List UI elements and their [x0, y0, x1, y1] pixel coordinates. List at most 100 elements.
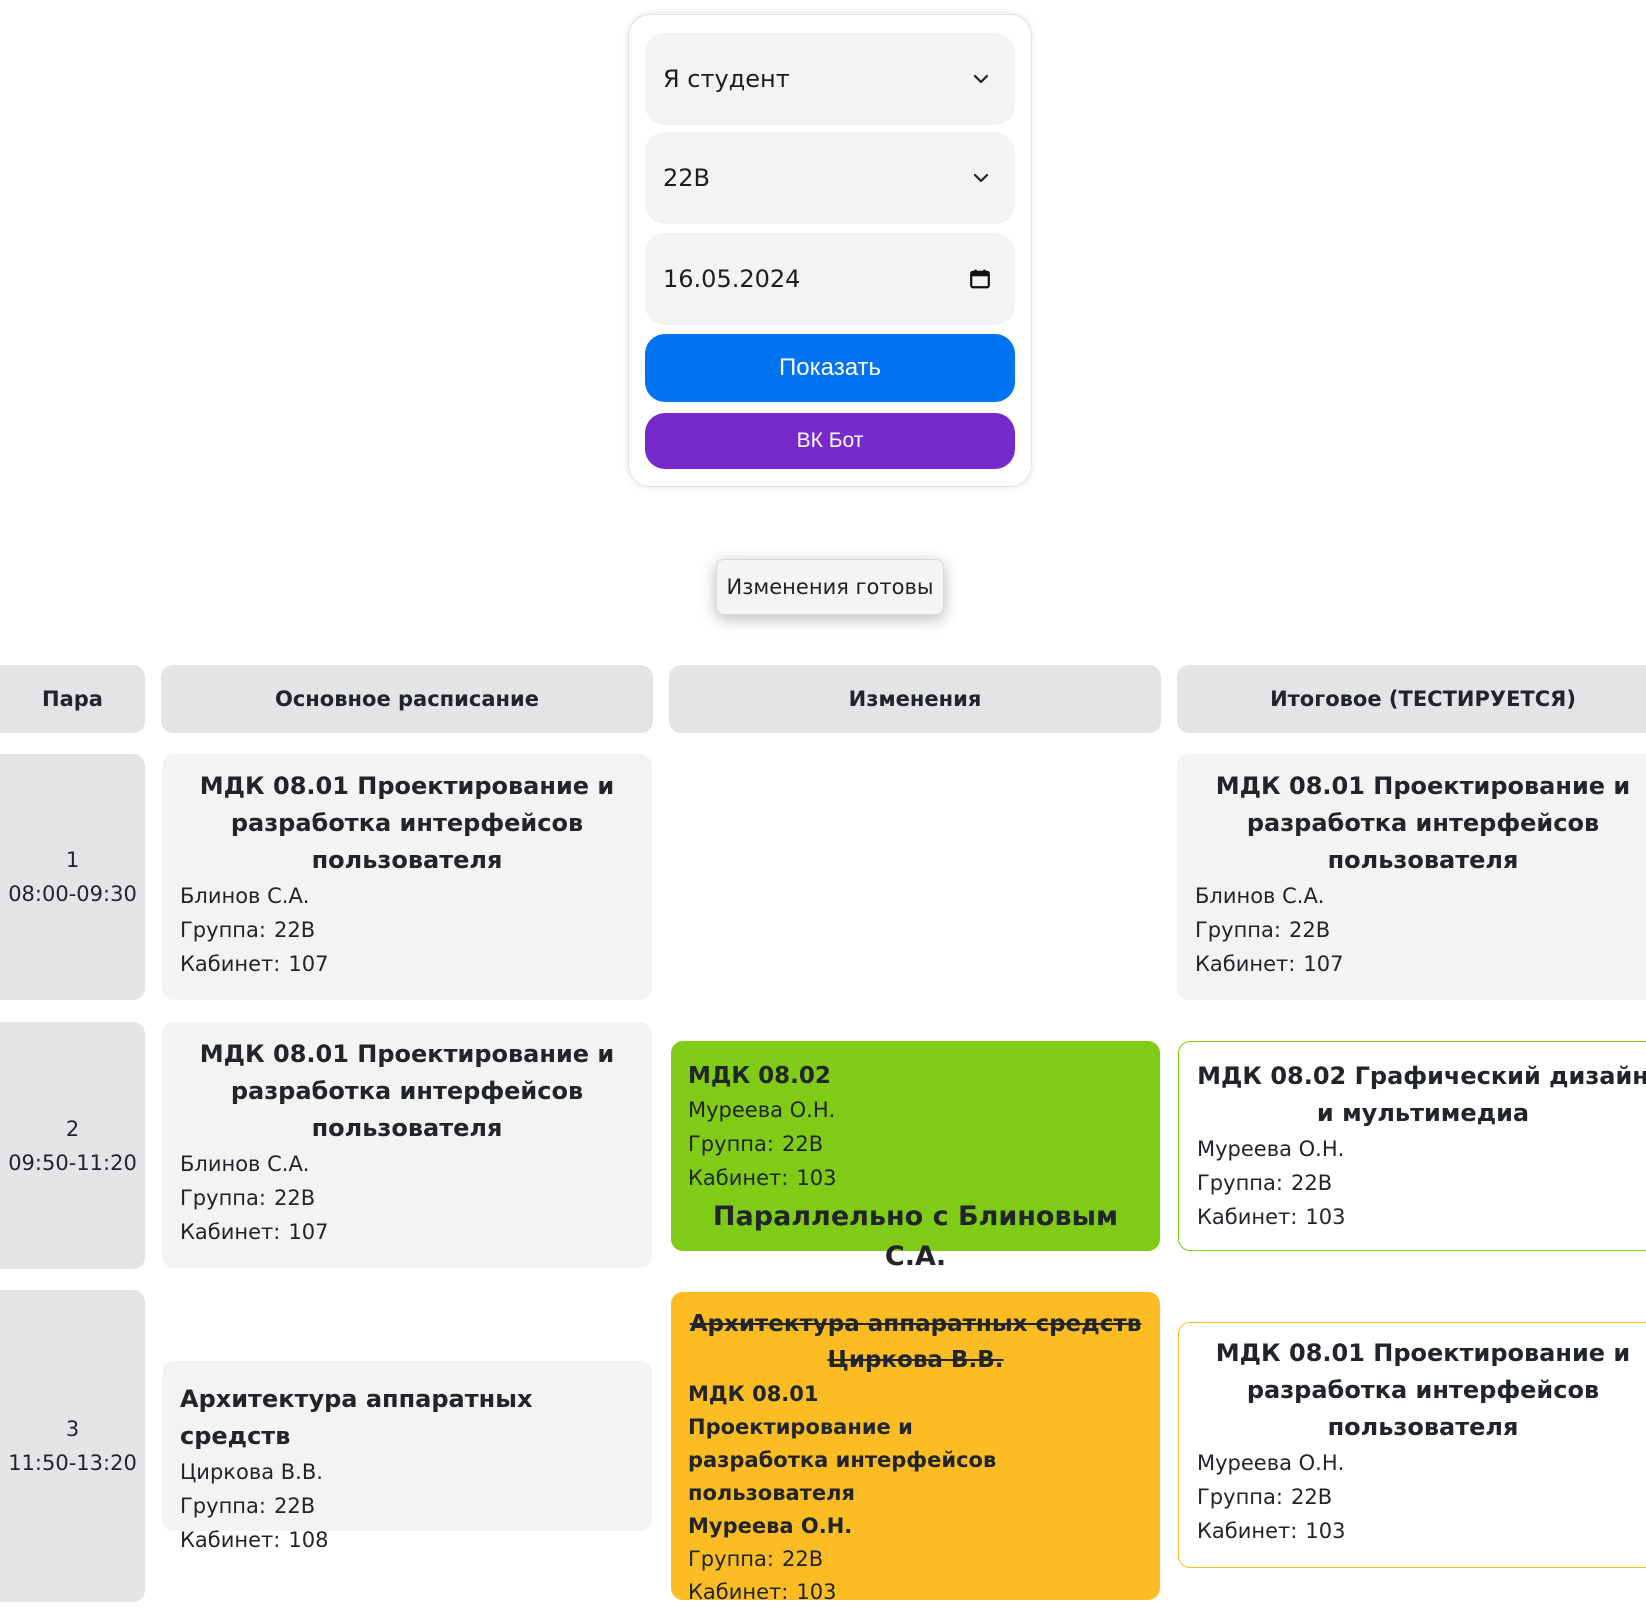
date-input-value: 16.05.2024 [663, 265, 801, 293]
group-value: 22В [273, 918, 316, 942]
group-value: 22В [781, 1547, 824, 1571]
room-label: Кабинет: [180, 952, 281, 976]
header-final-schedule: Итоговое (ТЕСТИРУЕТСЯ) [1177, 665, 1646, 733]
teacher: Муреева О.Н. [688, 1514, 853, 1538]
room-label: Кабинет: [688, 1580, 789, 1604]
subject: МДК 08.02 Графический дизайн и мультимед… [1197, 1062, 1646, 1127]
room-value: 107 [1303, 952, 1344, 976]
vk-bot-button[interactable]: ВК Бот [645, 413, 1015, 469]
group-value: 22В [1290, 1171, 1333, 1195]
teacher: Блинов С.А. [180, 884, 310, 908]
room-line: Кабинет: 107 [180, 1215, 634, 1249]
header-changes: Изменения [669, 665, 1161, 733]
group-line: Группа: 22В [180, 1489, 634, 1523]
show-button[interactable]: Показать [645, 334, 1015, 402]
room-value: 103 [796, 1166, 837, 1190]
change-card-replacement: Архитектура аппаратных средств Циркова В… [671, 1292, 1160, 1604]
chevron-down-icon [973, 74, 989, 84]
old-teacher: Циркова В.В. [827, 1347, 1004, 1373]
group-label: Группа: [1197, 1171, 1283, 1195]
final-schedule-card: МДК 08.01 Проектирование и разработка ин… [1178, 1322, 1646, 1568]
group-value: 22В [781, 1132, 824, 1156]
group-line: Группа: 22В [180, 1181, 634, 1215]
main-schedule-card: Архитектура аппаратных средств Циркова В… [162, 1361, 652, 1552]
main-schedule-card: МДК 08.01 Проектирование и разработка ин… [162, 754, 652, 1000]
room-label: Кабинет: [180, 1220, 281, 1244]
para-cell: 2 09:50-11:20 [0, 1022, 145, 1269]
group-label: Группа: [180, 1494, 266, 1518]
group-label: Группа: [180, 918, 266, 942]
group-label: Группа: [1195, 918, 1281, 942]
header-para: Пара [0, 665, 145, 733]
room-label: Кабинет: [688, 1166, 789, 1190]
room-label: Кабинет: [1197, 1205, 1298, 1229]
final-schedule-card: МДК 08.02 Графический дизайн и мультимед… [1178, 1041, 1646, 1251]
group-line: Группа: 22В [180, 913, 634, 947]
changes-ready-badge: Изменения готовы [716, 559, 944, 615]
room-value: 103 [796, 1580, 837, 1604]
group-label: Группа: [688, 1132, 774, 1156]
main-schedule-card: МДК 08.01 Проектирование и разработка ин… [162, 1022, 652, 1268]
schedule-form: Я студент 22В 16.05.2024 Показать ВК Бот [628, 14, 1032, 487]
group-select-value: 22В [663, 164, 711, 192]
para-number: 2 [65, 1116, 80, 1141]
date-input[interactable]: 16.05.2024 [645, 233, 1015, 325]
room-line: Кабинет: 103 [688, 1576, 1143, 1609]
room-label: Кабинет: [1197, 1519, 1298, 1543]
subject: МДК 08.01 Проектирование и разработка ин… [1215, 1339, 1631, 1441]
para-number: 3 [65, 1417, 80, 1441]
room-line: Кабинет: 103 [688, 1161, 1143, 1195]
role-select[interactable]: Я студент [645, 33, 1015, 125]
subject: МДК 08.01 Проектирование и разработка ин… [688, 1382, 997, 1505]
parallel-note: Параллельно с Блиновым С.А. [712, 1201, 1119, 1272]
room-line: Кабинет: 107 [1195, 947, 1646, 981]
para-time: 09:50-11:20 [8, 1150, 137, 1175]
calendar-icon[interactable] [969, 268, 991, 290]
room-value: 107 [288, 952, 329, 976]
para-time: 08:00-09:30 [8, 882, 137, 906]
room-line: Кабинет: 108 [180, 1523, 634, 1557]
teacher: Циркова В.В. [180, 1460, 323, 1484]
room-value: 103 [1305, 1205, 1346, 1229]
room-label: Кабинет: [180, 1528, 281, 1552]
room-line: Кабинет: 103 [1197, 1514, 1646, 1548]
para-time: 11:50-13:20 [8, 1451, 137, 1475]
subject: МДК 08.01 Проектирование и разработка ин… [1215, 772, 1631, 874]
group-label: Группа: [688, 1547, 774, 1571]
subject: МДК 08.01 Проектирование и разработка ин… [199, 1040, 615, 1142]
group-line: Группа: 22В [688, 1127, 1143, 1161]
group-value: 22В [273, 1186, 316, 1210]
group-line: Группа: 22В [688, 1543, 1143, 1576]
header-main-schedule: Основное расписание [161, 665, 653, 733]
teacher: Муреева О.Н. [1197, 1137, 1345, 1161]
final-schedule-card: МДК 08.01 Проектирование и разработка ин… [1177, 754, 1646, 1000]
room-label: Кабинет: [1195, 952, 1296, 976]
teacher: Муреева О.Н. [688, 1098, 836, 1122]
group-value: 22В [1290, 1485, 1333, 1509]
chevron-down-icon [973, 173, 989, 183]
subject: МДК 08.02 [688, 1063, 831, 1089]
change-card-parallel: МДК 08.02 Муреева О.Н. Группа: 22В Кабине… [671, 1041, 1160, 1272]
group-label: Группа: [180, 1186, 266, 1210]
teacher: Муреева О.Н. [1197, 1451, 1345, 1475]
room-value: 107 [288, 1220, 329, 1244]
role-select-value: Я студент [663, 65, 790, 93]
room-line: Кабинет: 107 [180, 947, 634, 981]
group-value: 22В [273, 1494, 316, 1518]
group-select[interactable]: 22В [645, 132, 1015, 224]
group-line: Группа: 22В [1197, 1480, 1646, 1514]
group-value: 22В [1288, 918, 1331, 942]
subject: МДК 08.01 Проектирование и разработка ин… [199, 772, 615, 874]
teacher: Блинов С.А. [180, 1152, 310, 1176]
para-cell: 1 08:00-09:30 [0, 754, 145, 1000]
para-number: 1 [65, 848, 80, 872]
group-line: Группа: 22В [1195, 913, 1646, 947]
para-cell: 3 11:50-13:20 [0, 1290, 145, 1602]
room-value: 103 [1305, 1519, 1346, 1543]
old-subject: Архитектура аппаратных средств [689, 1311, 1142, 1337]
group-line: Группа: 22В [1197, 1166, 1646, 1200]
teacher: Блинов С.А. [1195, 884, 1325, 908]
room-value: 108 [288, 1528, 329, 1552]
room-line: Кабинет: 103 [1197, 1200, 1646, 1234]
group-label: Группа: [1197, 1485, 1283, 1509]
